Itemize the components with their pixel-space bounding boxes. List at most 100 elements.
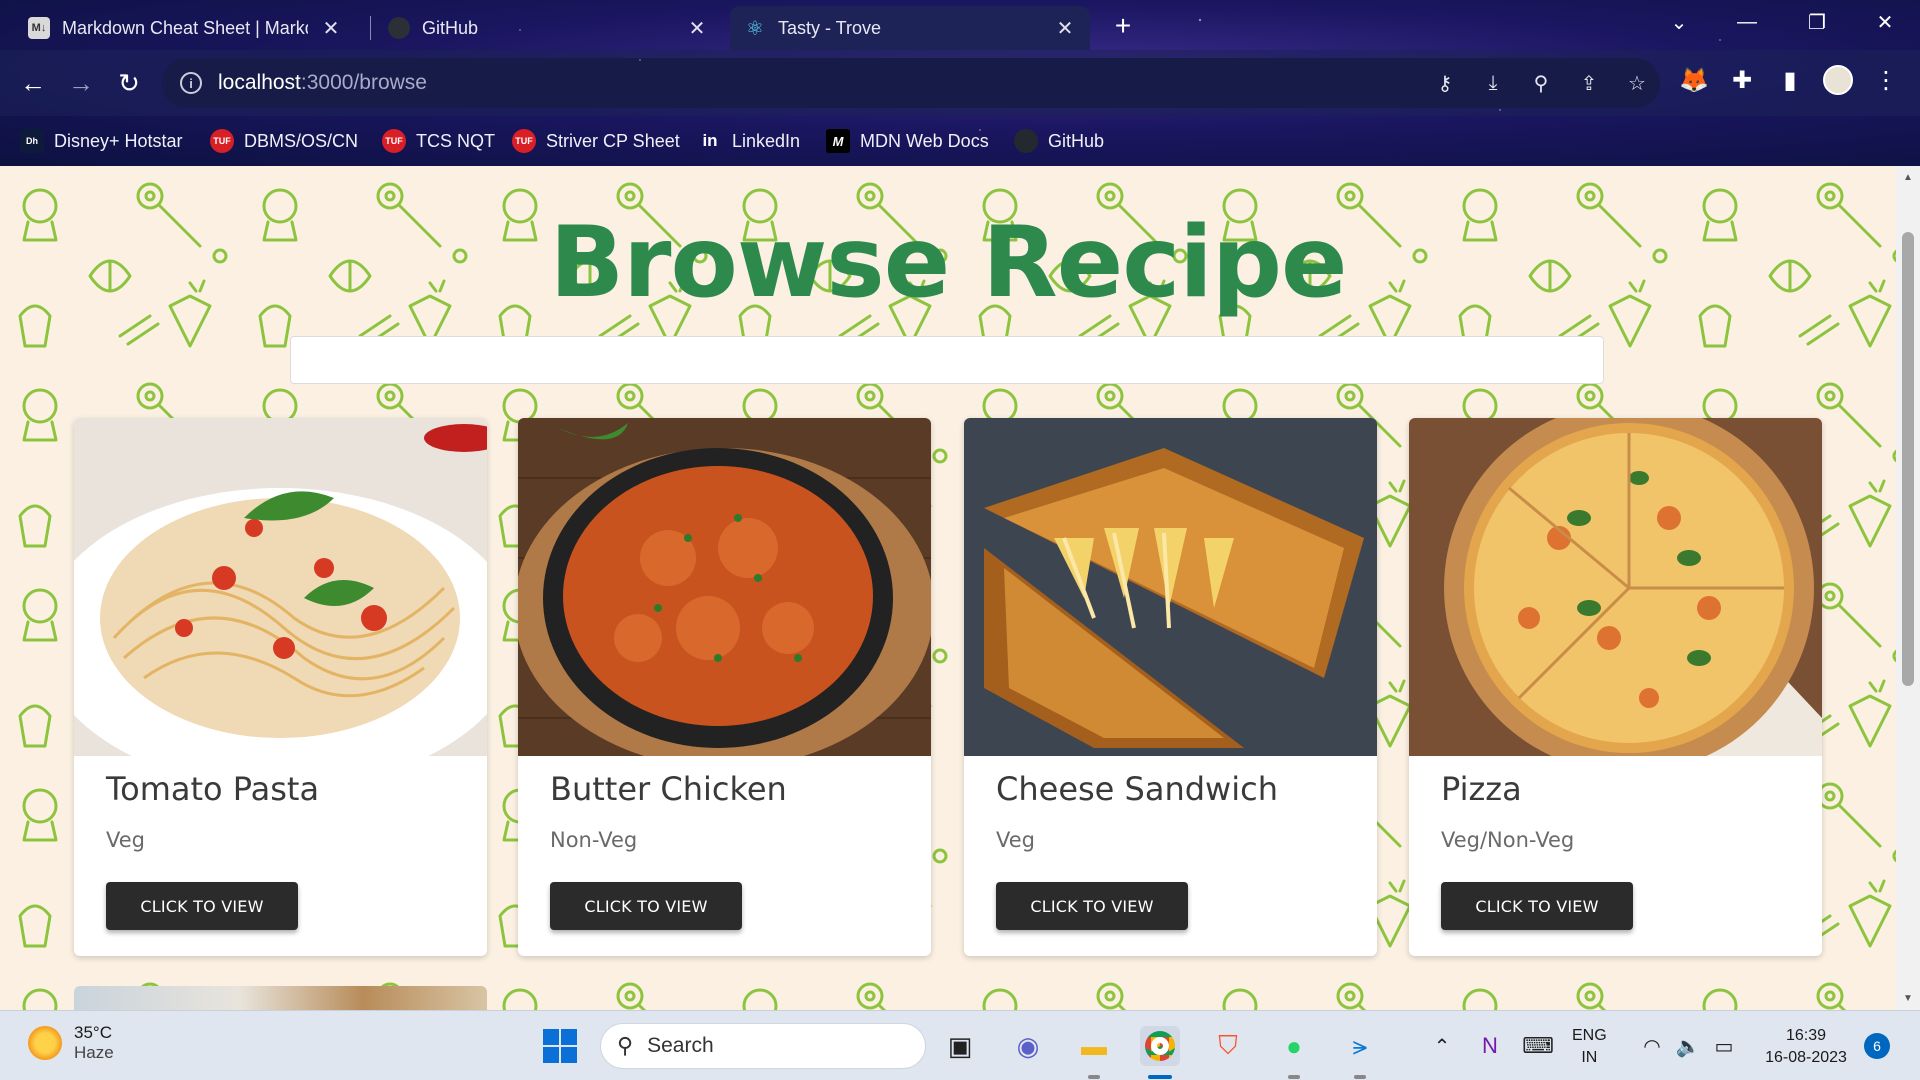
bookmark-tcs-nqt[interactable]: TUF TCS NQT xyxy=(382,126,495,156)
view-recipe-button[interactable]: CLICK TO VIEW xyxy=(106,882,298,930)
recipe-card: Butter Chicken Non-Veg CLICK TO VIEW xyxy=(518,418,931,956)
page-viewport: Browse Recipe Tomato Pasta Veg CLICK TO … xyxy=(0,166,1896,1010)
tab-title: GitHub xyxy=(422,17,479,38)
recipe-image-butter-chicken[interactable] xyxy=(518,418,931,756)
language-indicator[interactable]: ENG IN xyxy=(1572,1025,1607,1069)
bookmark-linkedin[interactable]: in LinkedIn xyxy=(698,126,800,156)
bookmark-star-icon[interactable]: ☆ xyxy=(1624,70,1650,96)
tuf-icon: TUF xyxy=(512,129,536,153)
clock[interactable]: 16:39 16-08-2023 xyxy=(1760,1025,1852,1069)
page-scrollbar[interactable]: ▲ ▼ xyxy=(1896,166,1920,1010)
reload-button[interactable]: ↻ xyxy=(110,64,148,102)
address-bar[interactable]: i localhost:3000/browse ⚷ ⤓ ⚲ ⇪ ☆ xyxy=(162,58,1660,108)
taskbar-search[interactable]: ⚲ Search xyxy=(600,1023,926,1069)
tab-tasty-trove[interactable]: ⚛ Tasty - Trove ✕ xyxy=(730,6,1090,50)
running-indicator xyxy=(1288,1075,1300,1079)
extensions-icon[interactable]: ✚ xyxy=(1726,64,1758,96)
brave-icon[interactable]: ⛉ xyxy=(1208,1026,1248,1066)
bookmark-hotstar[interactable]: Dh Disney+ Hotstar xyxy=(20,126,183,156)
whatsapp-icon[interactable]: ● xyxy=(1274,1026,1314,1066)
onenote-icon[interactable]: N xyxy=(1470,1026,1510,1066)
bookmarks-bar: Dh Disney+ Hotstar TUF DBMS/OS/CN TUF TC… xyxy=(0,116,1920,166)
new-tab-button[interactable]: + xyxy=(1108,12,1138,42)
bookmark-label: GitHub xyxy=(1048,130,1105,151)
site-info-icon[interactable]: i xyxy=(180,72,202,94)
bookmark-github[interactable]: GitHub xyxy=(1014,126,1104,156)
bookmark-striver[interactable]: TUF Striver CP Sheet xyxy=(512,126,680,156)
recipe-card: Tomato Pasta Veg CLICK TO VIEW xyxy=(74,418,487,956)
forward-button[interactable]: → xyxy=(62,64,100,102)
recipe-card: Pizza Veg/Non-Veg CLICK TO VIEW xyxy=(1409,418,1822,956)
close-window-button[interactable]: ✕ xyxy=(1850,0,1920,44)
tab-search-button[interactable]: ⌄ xyxy=(1644,0,1714,44)
profile-avatar[interactable] xyxy=(1822,64,1854,96)
weather-widget[interactable]: 35°C Haze xyxy=(28,1023,114,1063)
key-icon[interactable]: ⚷ xyxy=(1432,70,1458,96)
running-indicator xyxy=(1354,1075,1366,1079)
temperature: 35°C xyxy=(74,1023,112,1042)
scrollbar-thumb[interactable] xyxy=(1902,232,1914,686)
tab-strip: M↓ Markdown Cheat Sheet | Markdo ✕ GitHu… xyxy=(0,0,1920,50)
volume-icon[interactable]: 🔈 xyxy=(1668,1026,1708,1066)
install-icon[interactable]: ⤓ xyxy=(1480,70,1506,96)
page-title: Browse Recipe xyxy=(549,206,1347,320)
restore-button[interactable]: ❐ xyxy=(1782,0,1852,44)
back-button[interactable]: ← xyxy=(14,64,52,102)
chevron-up-icon[interactable]: ⌃ xyxy=(1422,1026,1462,1066)
side-panel-icon[interactable]: ▮ xyxy=(1774,64,1806,96)
recipe-image-tomato-pasta[interactable] xyxy=(74,418,487,756)
scroll-down-arrow[interactable]: ▼ xyxy=(1896,993,1920,1004)
search-icon: ⚲ xyxy=(617,1033,634,1058)
minimize-button[interactable]: — xyxy=(1712,0,1782,44)
tuf-icon: TUF xyxy=(210,129,234,153)
file-explorer-icon[interactable]: ▬ xyxy=(1074,1026,1114,1066)
menu-icon[interactable]: ⋮ xyxy=(1870,64,1902,96)
share-icon[interactable]: ⇪ xyxy=(1576,70,1602,96)
metamask-icon[interactable]: 🦊 xyxy=(1678,64,1710,96)
search-input[interactable] xyxy=(290,336,1604,384)
bookmark-label: LinkedIn xyxy=(732,130,801,151)
recipe-name: Cheese Sandwich xyxy=(996,770,1278,808)
bookmark-label: TCS NQT xyxy=(416,130,495,151)
close-icon[interactable]: ✕ xyxy=(686,16,708,41)
tuf-icon: TUF xyxy=(382,129,406,153)
close-icon[interactable]: ✕ xyxy=(320,16,342,41)
bookmark-label: Disney+ Hotstar xyxy=(54,130,183,151)
react-icon: ⚛ xyxy=(746,17,764,40)
view-recipe-button[interactable]: CLICK TO VIEW xyxy=(996,882,1188,930)
vscode-icon[interactable]: ⪫ xyxy=(1340,1026,1380,1066)
notification-badge[interactable]: 6 xyxy=(1864,1033,1890,1059)
teams-chat-icon[interactable]: ◉ xyxy=(1008,1026,1048,1066)
task-view-icon[interactable]: ▣ xyxy=(940,1026,980,1066)
active-indicator xyxy=(1148,1075,1172,1079)
keyboard-icon[interactable]: ⌨ xyxy=(1518,1026,1558,1066)
windows-start-icon[interactable] xyxy=(540,1026,580,1066)
bookmark-mdn[interactable]: M MDN Web Docs xyxy=(826,126,989,156)
zoom-icon[interactable]: ⚲ xyxy=(1528,70,1554,96)
tab-title: Tasty - Trove xyxy=(778,17,882,38)
tab-title: Markdown Cheat Sheet | Markdo xyxy=(62,17,308,38)
bookmark-dbms[interactable]: TUF DBMS/OS/CN xyxy=(210,126,358,156)
chrome-icon[interactable] xyxy=(1140,1026,1180,1066)
tab-markdown[interactable]: M↓ Markdown Cheat Sheet | Markdo ✕ xyxy=(14,6,356,50)
recipe-name: Pizza xyxy=(1441,770,1522,808)
view-recipe-button[interactable]: CLICK TO VIEW xyxy=(550,882,742,930)
recipe-type: Veg xyxy=(996,828,1035,852)
recipe-image-cheese-sandwich[interactable] xyxy=(964,418,1377,756)
recipe-name: Tomato Pasta xyxy=(106,770,320,808)
wifi-icon[interactable]: ◠ xyxy=(1632,1026,1672,1066)
search-label: Search xyxy=(647,1034,714,1057)
view-recipe-button[interactable]: CLICK TO VIEW xyxy=(1441,882,1633,930)
scroll-up-arrow[interactable]: ▲ xyxy=(1896,172,1920,183)
close-icon[interactable]: ✕ xyxy=(1054,16,1076,41)
recipe-image-pizza[interactable] xyxy=(1409,418,1822,756)
markdown-icon: M↓ xyxy=(28,17,50,39)
tab-separator xyxy=(370,16,371,40)
tab-github[interactable]: GitHub ✕ xyxy=(374,6,722,50)
mdn-icon: M xyxy=(826,129,850,153)
github-icon xyxy=(1014,129,1038,153)
recipe-type: Veg xyxy=(106,828,145,852)
weather-icon xyxy=(28,1026,62,1060)
running-indicator xyxy=(1088,1075,1100,1079)
battery-icon[interactable]: ▭ xyxy=(1704,1026,1744,1066)
